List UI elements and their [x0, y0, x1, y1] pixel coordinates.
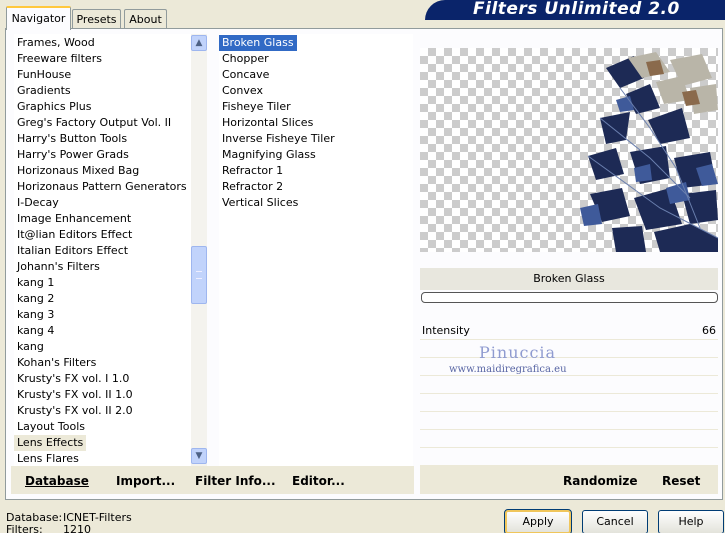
filter-item[interactable]: Concave [219, 67, 272, 83]
tab-presets[interactable]: Presets [72, 9, 121, 29]
filter-item[interactable]: Broken Glass [219, 35, 297, 51]
category-item[interactable]: kang 4 [14, 323, 57, 339]
filters-status: Filters: 1210 [6, 523, 91, 533]
thumb-grip-icon [196, 271, 202, 279]
filter-item[interactable]: Refractor 2 [219, 179, 286, 195]
category-item[interactable]: Krusty's FX vol. I 1.0 [14, 371, 132, 387]
banner-title: Filters Unlimited 2.0 [473, 0, 680, 19]
preview-image [420, 48, 718, 252]
category-item[interactable]: Krusty's FX vol. II 1.0 [14, 387, 136, 403]
filter-name-label: Broken Glass [420, 268, 718, 290]
parameter-row-empty [420, 394, 718, 412]
category-scrollbar[interactable]: ▲ ▼ [190, 34, 207, 466]
category-item[interactable]: Greg's Factory Output Vol. II [14, 115, 174, 131]
import-button[interactable]: Import... [116, 470, 175, 492]
filter-item[interactable]: Horizontal Slices [219, 115, 316, 131]
category-item[interactable]: It@lian Editors Effect [14, 227, 135, 243]
parameter-row-empty [420, 340, 718, 358]
filter-item[interactable]: Vertical Slices [219, 195, 301, 211]
filters-status-label: Filters: [6, 523, 43, 533]
category-item[interactable]: Lens Effects [14, 435, 87, 451]
category-item[interactable]: Layout Tools [14, 419, 88, 435]
category-item[interactable]: kang [14, 339, 47, 355]
filter-item[interactable]: Chopper [219, 51, 272, 67]
cancel-button[interactable]: Cancel [582, 510, 648, 533]
help-button[interactable]: Help [658, 510, 724, 533]
filter-item[interactable]: Inverse Fisheye Tiler [219, 131, 338, 147]
parameter-panel: Intensity 66 [420, 322, 718, 466]
reset-button[interactable]: Reset [662, 470, 700, 492]
scroll-up-button[interactable]: ▲ [191, 35, 207, 51]
category-item[interactable]: Graphics Plus [14, 99, 94, 115]
title-banner: Filters Unlimited 2.0 [425, 0, 725, 20]
filters-status-value: 1210 [63, 523, 91, 533]
filter-list[interactable]: Broken Glass Chopper Concave Convex Fisheye … [219, 34, 413, 466]
randomize-button[interactable]: Randomize [563, 470, 637, 492]
category-item[interactable]: Harry's Power Grads [14, 147, 132, 163]
tab-about[interactable]: About [124, 9, 167, 29]
editor-button[interactable]: Editor... [292, 470, 345, 492]
parameter-row-intensity[interactable]: Intensity 66 [420, 322, 718, 340]
parameter-row-empty [420, 412, 718, 430]
tab-navigator[interactable]: Navigator [6, 6, 71, 30]
category-item[interactable]: Lens Flares [14, 451, 82, 466]
parameter-row-empty [420, 376, 718, 394]
category-item[interactable]: FunHouse [14, 67, 74, 83]
category-item[interactable]: Johann's Filters [14, 259, 103, 275]
category-item[interactable]: I-Decay [14, 195, 62, 211]
parameter-label: Intensity [422, 324, 470, 337]
category-item[interactable]: Horizonaus Pattern Generators [14, 179, 190, 195]
filter-item[interactable]: Refractor 1 [219, 163, 286, 179]
category-item[interactable]: Freeware filters [14, 51, 105, 67]
filter-item[interactable]: Magnifying Glass [219, 147, 319, 163]
category-list[interactable]: Frames, Wood Freeware filters FunHouse Grad… [14, 34, 190, 466]
category-item[interactable]: Horizonaus Mixed Bag [14, 163, 142, 179]
category-item[interactable]: Gradients [14, 83, 74, 99]
category-item[interactable]: Image Enhancement [14, 211, 134, 227]
scroll-down-button[interactable]: ▼ [191, 448, 207, 464]
watermark-name: Pinuccia [479, 343, 557, 362]
scroll-thumb[interactable] [191, 246, 207, 304]
category-item[interactable]: Harry's Button Tools [14, 131, 130, 147]
broken-glass-preview [580, 52, 718, 252]
filter-item[interactable]: Convex [219, 83, 266, 99]
category-item[interactable]: Italian Editors Effect [14, 243, 131, 259]
category-item[interactable]: kang 2 [14, 291, 57, 307]
category-item[interactable]: Krusty's FX vol. II 2.0 [14, 403, 136, 419]
filter-info-button[interactable]: Filter Info... [195, 470, 276, 492]
category-item[interactable]: Frames, Wood [14, 35, 98, 51]
progress-bar [421, 292, 718, 303]
category-item[interactable]: Kohan's Filters [14, 355, 99, 371]
parameter-value: 66 [702, 324, 716, 337]
filter-item[interactable]: Fisheye Tiler [219, 99, 294, 115]
category-item[interactable]: kang 3 [14, 307, 57, 323]
parameter-row-empty [420, 448, 718, 466]
database-button[interactable]: Database [25, 470, 89, 492]
apply-button[interactable]: Apply [504, 509, 572, 533]
watermark-url: www.maidiregrafica.eu [449, 364, 567, 375]
category-item[interactable]: kang 1 [14, 275, 57, 291]
parameter-row-empty [420, 430, 718, 448]
